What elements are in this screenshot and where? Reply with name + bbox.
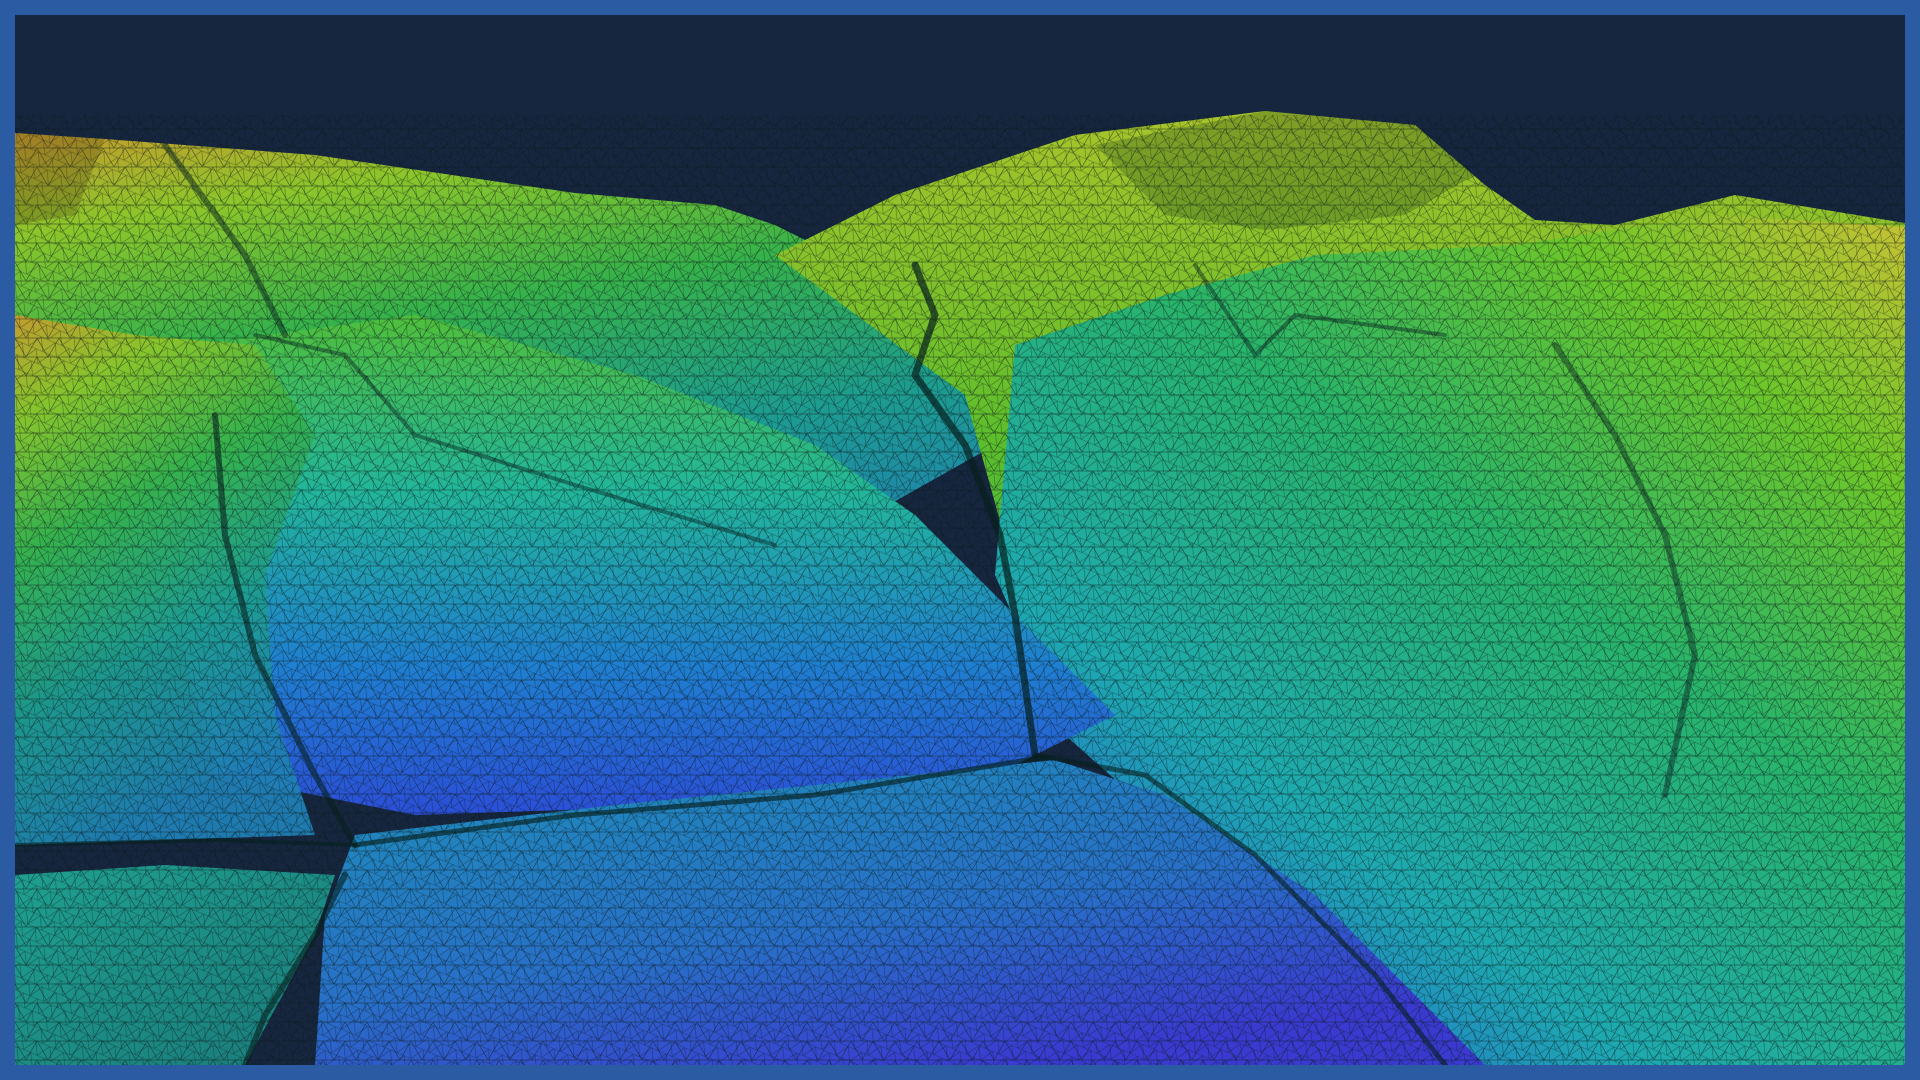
terrain-viewport[interactable]: [15, 15, 1905, 1065]
triangle-mesh-overlay-fine: [15, 115, 1905, 1065]
terrain-mesh-render[interactable]: [15, 15, 1905, 1065]
viewer-frame: [0, 0, 1920, 1080]
